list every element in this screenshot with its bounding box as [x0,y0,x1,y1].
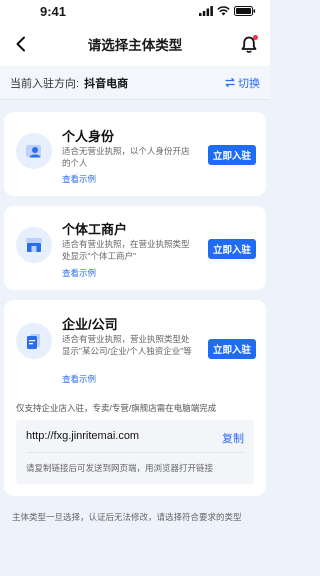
page-title: 请选择主体类型 [87,38,183,53]
link-url: http://fxg.jinritemai.com [26,430,140,442]
status-time: 9:41 [40,3,67,19]
status-icons [199,6,256,16]
wifi-icon [217,6,230,16]
view-example-link[interactable]: 查看示例 [62,373,96,385]
notification-button[interactable] [238,33,260,55]
entry-direction: 当前入驻方向: 抖音电商 [10,75,128,91]
subject-card-enterprise[interactable]: 企业/公司 适合有营业执照，营业执照类型处显示"某公司/企业/个人独资企业"等 … [4,300,266,496]
back-button[interactable] [10,33,32,55]
entry-direction-value: 抖音电商 [84,77,129,90]
card-title: 个体工商户 [62,222,128,237]
nav-bar: 请选择主体类型 [0,22,270,66]
switch-label: 切换 [238,77,260,90]
view-example-link[interactable]: 查看示例 [62,267,96,279]
status-bar: 9:41 [0,0,270,22]
card-description: 适合有营业执照，在营业执照类型处显示"个体工商户" [62,239,190,261]
enterprise-notice: 仅支持企业店入驻，专卖/专营/旗舰店需在电脑端完成 [16,403,217,413]
entry-direction-label: 当前入驻方向: [10,77,80,90]
swap-icon [225,78,235,87]
card-description: 适合有营业执照，营业执照类型处显示"某公司/企业/个人独资企业"等 [62,334,192,356]
subject-card-individual[interactable]: 个人身份 适合无营业执照，以个人身份开店的个人 查看示例 立即入驻 [4,112,266,196]
card-description: 适合无营业执照，以个人身份开店的个人 [62,146,190,168]
copy-hint: 请复制链接后可发送到网页端，用浏览器打开链接 [26,463,214,473]
signal-icon [199,6,213,16]
copy-button[interactable]: 复制 [222,430,244,446]
view-example-link[interactable]: 查看示例 [62,173,96,185]
card-title: 个人身份 [62,129,115,144]
subject-card-sole-proprietor[interactable]: 个体工商户 适合有营业执照，在营业执照类型处显示"个体工商户" 查看示例 立即入… [4,206,266,290]
battery-icon [234,6,256,16]
divider [26,452,244,453]
enter-now-button[interactable]: 立即入驻 [208,145,256,165]
footer-note: 主体类型一旦选择，认证后无法修改，请选择符合要求的类型 [12,512,242,522]
enter-now-button[interactable]: 立即入驻 [208,239,256,259]
switch-direction-button[interactable]: 切换 [225,75,260,91]
card-title: 企业/公司 [62,317,118,332]
link-box: http://fxg.jinritemai.com 复制 请复制链接后可发送到网… [16,420,254,484]
document-icon [16,323,52,359]
person-id-icon [16,133,52,169]
storefront-icon [16,227,52,263]
entry-direction-bar: 当前入驻方向: 抖音电商 切换 [0,66,270,100]
chevron-left-icon [16,36,25,52]
enter-now-button[interactable]: 立即入驻 [208,339,256,359]
notification-badge [253,35,258,40]
